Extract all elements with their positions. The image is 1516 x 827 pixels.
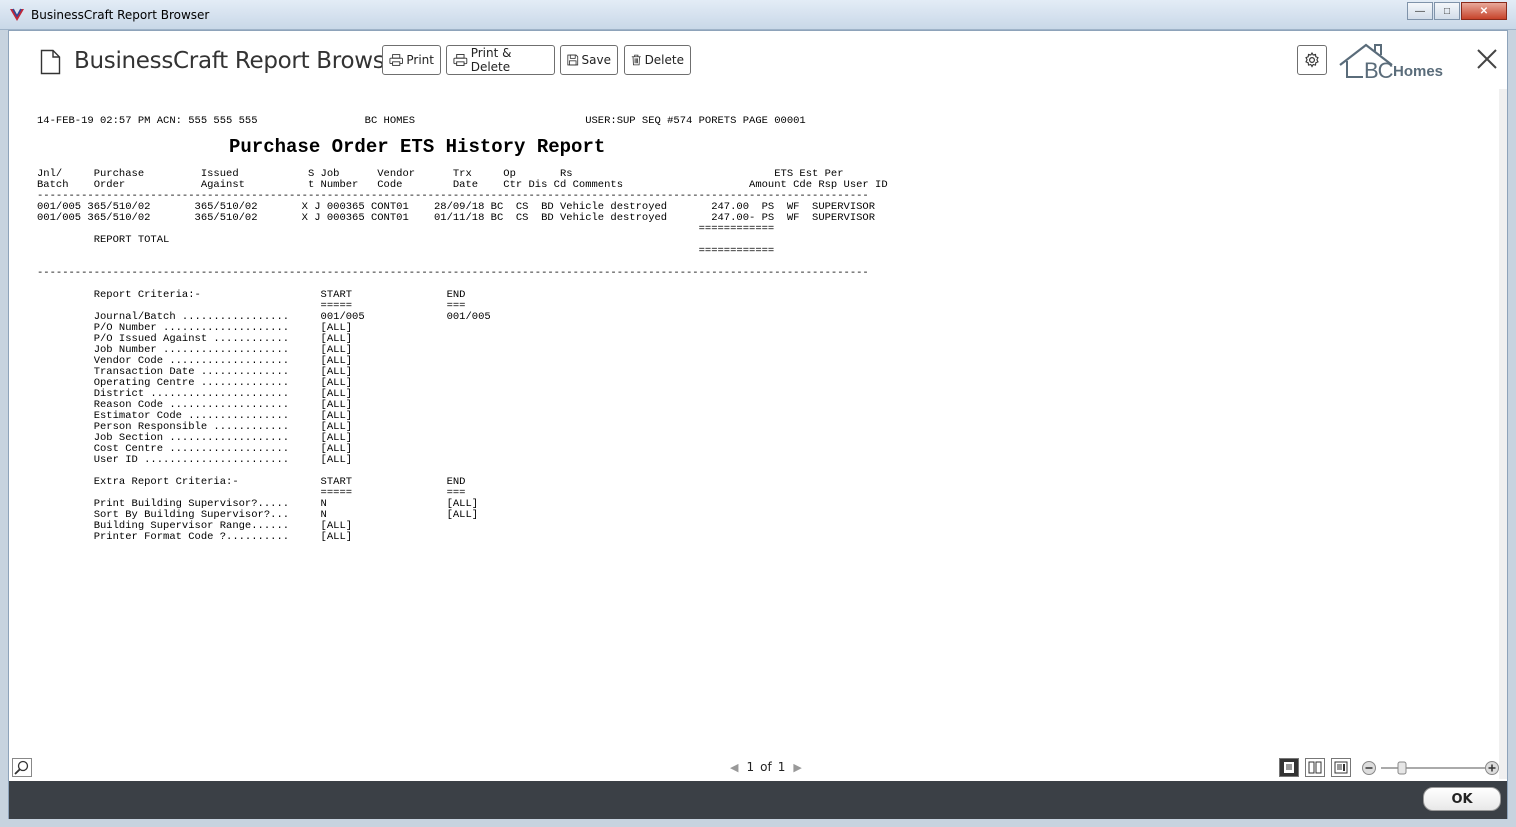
save-label: Save	[581, 53, 611, 67]
maximize-button[interactable]: □	[1434, 2, 1460, 20]
print-delete-label: Print & Delete	[470, 46, 512, 74]
page-of-label: of	[760, 760, 772, 774]
window-controls: — □ ✕	[1406, 2, 1507, 20]
page-title: BusinessCraft Report Browser	[74, 48, 408, 74]
report-viewer: 14-FEB-19 02:57 PM ACN: 555 555 555 BC H…	[9, 89, 1507, 779]
vertical-scrollbar[interactable]	[1499, 89, 1507, 779]
find-button[interactable]	[12, 758, 32, 777]
print-button[interactable]: Print	[382, 45, 441, 75]
document-icon	[40, 49, 61, 75]
next-page-icon[interactable]: ▶	[793, 761, 801, 774]
app-header: BusinessCraft Report Browser Print Print…	[9, 31, 1507, 89]
logo-homes-text: Homes	[1393, 63, 1444, 80]
logo-bc-text: BC	[1364, 58, 1394, 83]
report-header-line: 14-FEB-19 02:57 PM ACN: 555 555 555 BC H…	[37, 115, 806, 127]
minimize-button[interactable]: —	[1407, 2, 1433, 20]
printer-icon	[453, 54, 468, 66]
delete-button[interactable]: Delete	[624, 45, 691, 75]
criteria-line: User ID ....................... [ALL]	[37, 454, 353, 466]
total-rule: ============	[37, 245, 775, 257]
single-page-view-button[interactable]	[1279, 758, 1299, 777]
two-page-icon	[1308, 761, 1322, 774]
delete-label: Delete	[644, 53, 684, 67]
floppy-disk-icon	[567, 54, 579, 66]
close-icon[interactable]	[1475, 47, 1499, 71]
current-page: 1	[746, 760, 755, 774]
zoom-slider[interactable]	[1361, 760, 1501, 776]
print-delete-button[interactable]: Print & Delete	[446, 45, 555, 75]
criteria-line: Printer Format Code ?.......... [ALL]	[37, 531, 353, 543]
bc-homes-logo: BC Homes	[1337, 39, 1455, 83]
save-button[interactable]: Save	[560, 45, 618, 75]
view-mode-buttons	[1279, 758, 1357, 777]
settings-button[interactable]	[1297, 45, 1327, 75]
app-logo-icon	[10, 8, 24, 21]
viewer-controls: ◀ 1 of 1 ▶	[9, 751, 1507, 781]
report-title: Purchase Order ETS History Report	[229, 136, 606, 158]
trash-icon	[631, 54, 641, 66]
magnifier-icon	[14, 760, 29, 775]
continuous-view-button[interactable]	[1331, 758, 1351, 777]
window-close-button[interactable]: ✕	[1461, 2, 1507, 20]
continuous-page-icon	[1334, 761, 1348, 774]
page-navigator: ◀ 1 of 1 ▶	[725, 760, 807, 774]
two-page-view-button[interactable]	[1305, 758, 1325, 777]
gear-icon	[1305, 52, 1319, 68]
ok-button[interactable]: OK	[1423, 787, 1501, 811]
total-pages: 1	[777, 760, 786, 774]
printer-icon	[389, 54, 403, 66]
dialog-footer: OK	[9, 781, 1507, 819]
previous-page-icon[interactable]: ◀	[730, 761, 738, 774]
window-titlebar: BusinessCraft Report Browser — □ ✕	[0, 0, 1516, 30]
report-browser: BusinessCraft Report Browser Print Print…	[8, 30, 1508, 819]
print-label: Print	[406, 53, 434, 67]
separator-line: ----------------------------------------…	[37, 267, 869, 279]
window-title: BusinessCraft Report Browser	[31, 8, 210, 22]
single-page-icon	[1284, 762, 1294, 773]
